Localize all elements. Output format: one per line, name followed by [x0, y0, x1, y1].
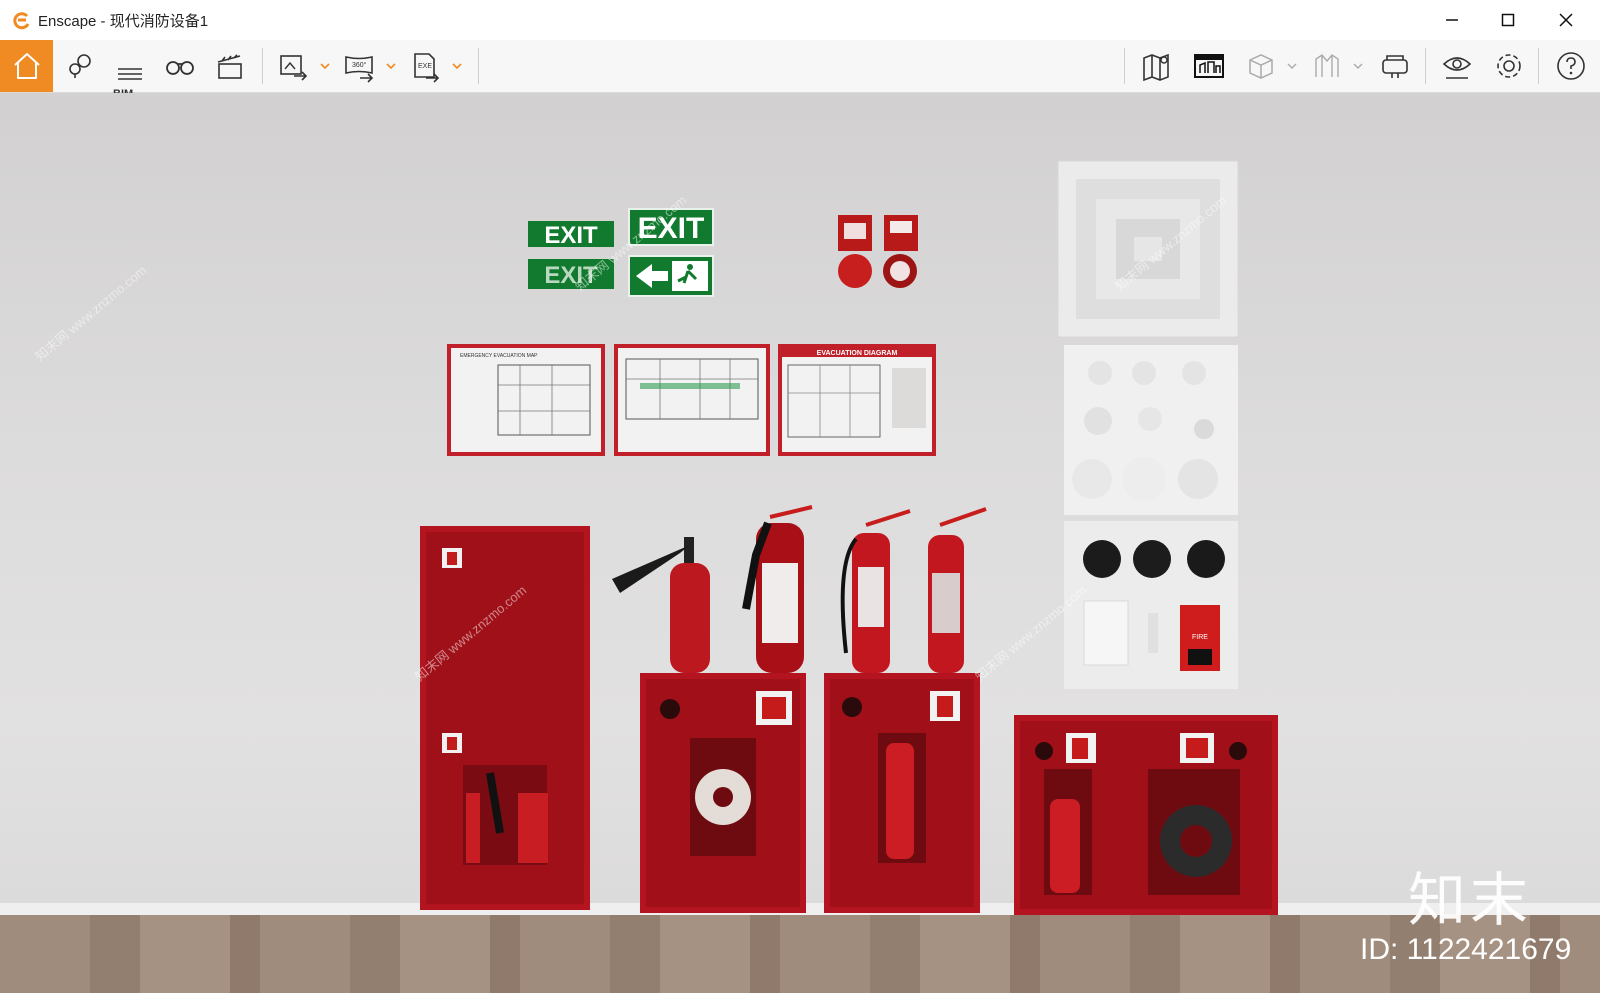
window-title: Enscape - 现代消防设备1 [38, 13, 209, 30]
export-exe-icon: EXE [414, 53, 440, 83]
minimize-icon [1446, 19, 1458, 21]
render-viewport[interactable]: EXIT EXIT EXIT EMERGENCY EVACUATION MAP … [0, 93, 1600, 993]
toolbar-separator [1425, 48, 1426, 84]
chevron-down-icon [386, 63, 396, 69]
visual-settings-button[interactable] [1432, 40, 1482, 92]
section-view-button[interactable] [1236, 40, 1286, 92]
title-bar: Enscape - 现代消防设备1 [0, 0, 1600, 40]
chevron-down-icon [452, 63, 462, 69]
fire-alarm-call-point [884, 215, 918, 251]
vr-headset-icon [1382, 55, 1408, 78]
export-image-button[interactable] [268, 40, 318, 92]
asset-library-icon [1194, 54, 1224, 78]
export-exe-dropdown[interactable] [450, 54, 464, 78]
binoculars-icon [166, 61, 194, 75]
hose-reel-cabinet [640, 673, 806, 913]
co2-extinguisher [612, 537, 710, 673]
svg-text:360°: 360° [352, 61, 367, 69]
map-icon [1143, 53, 1169, 82]
chevron-down-icon [1287, 63, 1297, 69]
cube-icon [1249, 54, 1273, 79]
powder-extinguisher [840, 509, 911, 673]
maximize-button[interactable] [1480, 0, 1536, 40]
evacuation-plan-2 [614, 344, 770, 456]
location-pin-icon [69, 54, 91, 78]
help-icon [1557, 52, 1585, 80]
toolbar-separator [1538, 48, 1539, 84]
co2-extinguisher [742, 505, 813, 673]
svg-text:FIRE: FIRE [1192, 634, 1208, 641]
export-360-icon: 360° [345, 55, 374, 83]
export-panorama-button[interactable]: 360° [334, 40, 384, 92]
gear-icon [1497, 54, 1521, 78]
exit-sign: EXIT [528, 221, 614, 249]
wide-fire-cabinet [1014, 715, 1278, 915]
views-button[interactable] [55, 40, 105, 92]
exit-arrow-sign [628, 255, 714, 297]
home-button[interactable] [0, 40, 53, 92]
svg-text:EVACUATION DIAGRAM: EVACUATION DIAGRAM [817, 350, 898, 357]
export-panorama-dropdown[interactable] [384, 54, 398, 78]
evacuation-plan-3: EVACUATION DIAGRAM [778, 344, 936, 456]
settings-button[interactable] [1484, 40, 1534, 92]
help-button[interactable] [1546, 40, 1596, 92]
svg-text:EXE: EXE [418, 63, 432, 70]
scene-svg: EXIT EXIT EXIT EMERGENCY EVACUATION MAP … [420, 160, 1278, 915]
section-view-dropdown[interactable] [1285, 54, 1299, 78]
detector-camera-panel: FIRE [1064, 521, 1238, 689]
image-id-label: ID: 1122421679 [1360, 933, 1572, 966]
map-button[interactable] [1132, 40, 1182, 92]
maximize-icon [1501, 13, 1515, 27]
fire-alarm-siren: FIRE [1180, 605, 1220, 671]
sketch-mode-button[interactable] [1302, 40, 1352, 92]
smoke-detector-panel [1064, 345, 1238, 515]
asset-library-button[interactable] [1184, 40, 1234, 92]
svg-text:EMERGENCY EVACUATION MAP: EMERGENCY EVACUATION MAP [460, 353, 538, 359]
minimize-button[interactable] [1424, 0, 1480, 40]
svg-text:EXIT: EXIT [544, 222, 598, 249]
brand-watermark: 知末 [1408, 866, 1533, 934]
fire-alarm-call-point [838, 215, 872, 251]
sketch-mode-dropdown[interactable] [1351, 54, 1365, 78]
enscape-logo-icon [13, 12, 30, 30]
eye-icon [1442, 57, 1472, 79]
export-image-dropdown[interactable] [318, 54, 332, 78]
bim-icon [118, 68, 142, 80]
toolbar-separator [262, 48, 263, 84]
sketch-icon [1315, 54, 1339, 77]
video-editor-button[interactable] [205, 40, 255, 92]
clapper-icon [217, 54, 242, 79]
toolbar-separator [478, 48, 479, 84]
walkthrough-button[interactable] [155, 40, 205, 92]
powder-extinguisher [928, 507, 987, 673]
close-icon [1559, 13, 1573, 27]
bim-button[interactable] [105, 40, 155, 92]
evacuation-plan-1: EMERGENCY EVACUATION MAP [447, 344, 605, 456]
close-button[interactable] [1538, 0, 1594, 40]
export-exe-button[interactable]: EXE [400, 40, 450, 92]
export-image-icon [280, 55, 308, 81]
home-icon [13, 53, 40, 79]
chevron-down-icon [1353, 63, 1363, 69]
vr-headset-button[interactable] [1370, 40, 1420, 92]
alarm-bell [838, 254, 872, 288]
toolbar: BIM 360° EXE [0, 40, 1600, 125]
toolbar-separator [1124, 48, 1125, 84]
chevron-down-icon [320, 63, 330, 69]
tall-fire-cabinet [420, 526, 590, 910]
extinguisher-cabinet [824, 673, 980, 913]
